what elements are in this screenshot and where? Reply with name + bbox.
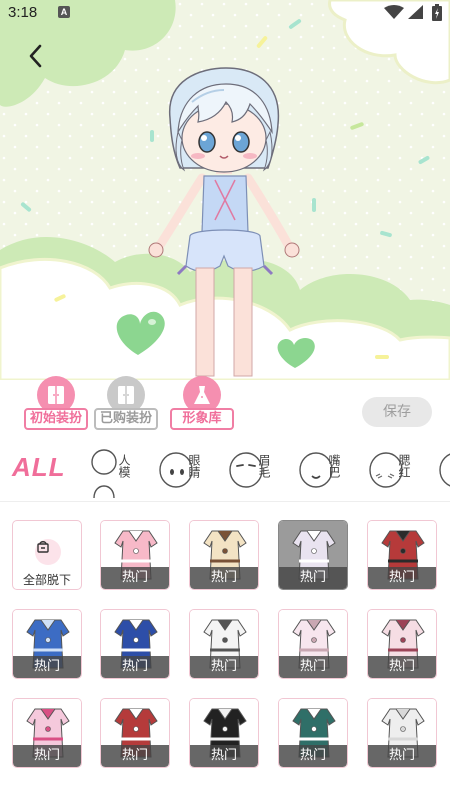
undress-icon <box>35 539 61 565</box>
outfit-item[interactable]: 热门 <box>278 698 348 768</box>
hot-badge: 热门 <box>101 567 169 589</box>
save-button[interactable]: 保存 <box>362 397 432 427</box>
notification-badge: A <box>58 6 70 18</box>
purchased-outfit-button[interactable]: 已购装扮 <box>94 374 158 434</box>
initial-outfit-button[interactable]: 初始装扮 <box>24 374 88 434</box>
outfit-item[interactable]: 热门 <box>367 609 437 679</box>
character-stage: 3:18 A <box>0 0 450 380</box>
tab-eyebrows-label: 眉毛 <box>257 454 271 478</box>
image-library-button[interactable]: 形象库 <box>170 374 234 434</box>
wifi-icon <box>384 5 404 19</box>
signal-icon <box>408 5 423 19</box>
tab-mouth[interactable]: 嘴巴 <box>296 446 360 500</box>
hot-badge: 热门 <box>13 745 81 767</box>
tab-all[interactable]: ALL <box>12 452 66 483</box>
tab-eyes-label: 眼睛 <box>187 454 201 478</box>
status-time: 3:18 <box>8 4 38 21</box>
hot-badge: 热门 <box>368 745 436 767</box>
outfit-item[interactable]: 热门 <box>100 609 170 679</box>
chevron-left-icon <box>29 44 42 68</box>
outfit-item[interactable]: 热门 <box>278 520 348 590</box>
tab-more[interactable] <box>436 446 450 500</box>
outfit-item[interactable]: 热门 <box>189 609 259 679</box>
outfit-item[interactable]: 热门 <box>100 698 170 768</box>
character-avatar <box>148 67 300 377</box>
tab-body-model-label: 人模 <box>117 454 131 478</box>
outfit-item[interactable]: 热门 <box>367 698 437 768</box>
tab-eyebrows[interactable]: 眉毛 <box>226 446 290 500</box>
status-bar: 3:18 A <box>0 0 450 26</box>
initial-outfit-label: 初始装扮 <box>24 408 88 430</box>
outfit-item[interactable]: 热门 <box>278 609 348 679</box>
face-icon <box>439 453 450 487</box>
image-library-label: 形象库 <box>170 408 234 430</box>
outfit-item[interactable]: 热门 <box>189 520 259 590</box>
purchased-outfit-label: 已购装扮 <box>94 408 158 430</box>
hot-badge: 热门 <box>101 656 169 678</box>
hot-badge: 热门 <box>279 745 347 767</box>
undress-all-label: 全部脱下 <box>22 573 71 587</box>
tab-mouth-label: 嘴巴 <box>327 454 341 478</box>
outfit-item[interactable]: 热门 <box>100 520 170 590</box>
undress-all-button[interactable]: 全部脱下 <box>12 520 82 590</box>
outfit-item[interactable]: 热门 <box>189 698 259 768</box>
tab-blush-label: 腮红 <box>397 454 411 478</box>
outfit-item[interactable]: 热门 <box>12 698 82 768</box>
hot-badge: 热门 <box>190 745 258 767</box>
hot-badge: 热门 <box>190 567 258 589</box>
hot-badge: 热门 <box>279 656 347 678</box>
hot-badge: 热门 <box>190 656 258 678</box>
tab-body-model[interactable]: 人模 <box>86 446 150 500</box>
part-tab-bar: ALL 人模 眼睛 眉毛 嘴巴 腮红 <box>0 440 450 502</box>
hot-badge: 热门 <box>101 745 169 767</box>
outfit-item[interactable]: 热门 <box>367 520 437 590</box>
hot-badge: 热门 <box>279 567 347 589</box>
outfit-grid: 全部脱下 热门 热门 热门 热门 热门 热门 热门 热门 热门 热门 热门 热门 热门 热门 <box>0 504 450 796</box>
tab-blush[interactable]: 腮红 <box>366 446 430 500</box>
hot-badge: 热门 <box>368 656 436 678</box>
hot-badge: 热门 <box>13 656 81 678</box>
battery-icon <box>432 4 442 21</box>
tab-eyes[interactable]: 眼睛 <box>156 446 220 500</box>
hot-badge: 热门 <box>368 567 436 589</box>
outfit-item[interactable]: 热门 <box>12 609 82 679</box>
back-button[interactable] <box>20 40 52 72</box>
